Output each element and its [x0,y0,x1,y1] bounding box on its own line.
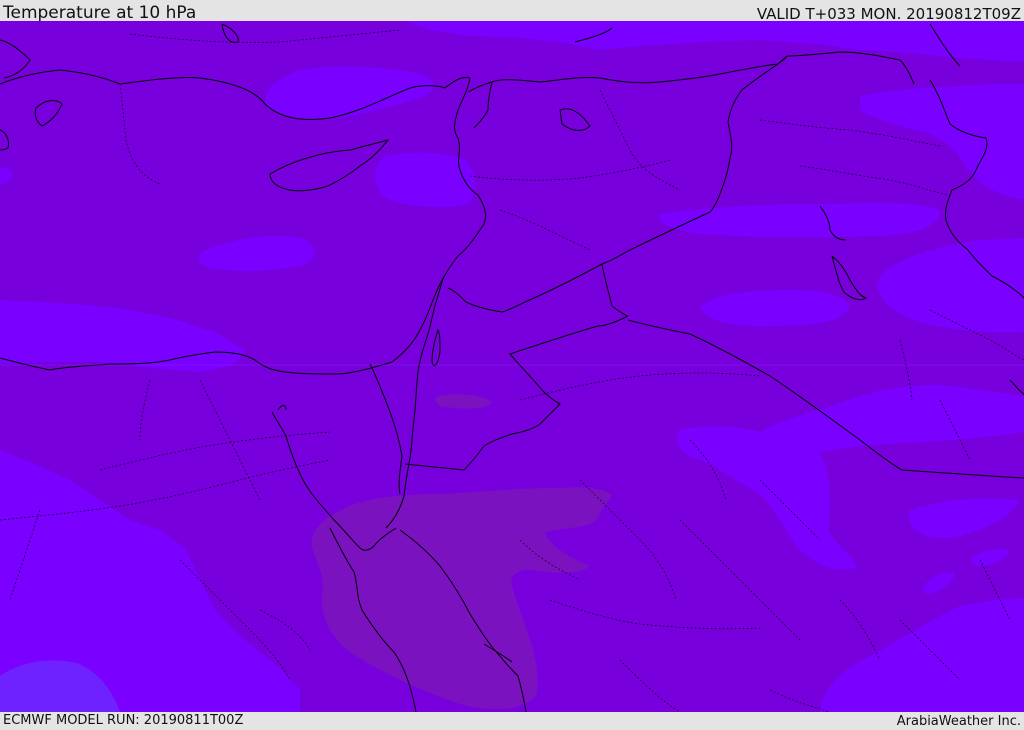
map-title: Temperature at 10 hPa [3,3,197,23]
footer-bar: ECMWF MODEL RUN: 20190811T00Z ArabiaWeat… [0,712,1024,729]
credit-label: ArabiaWeather Inc. [896,714,1021,729]
temperature-map[interactable] [0,21,1024,712]
header-bar: Temperature at 10 hPa VALID T+033 MON. 2… [0,0,1024,23]
model-run-label: ECMWF MODEL RUN: 20190811T00Z [3,713,244,728]
map-canvas [0,21,1024,712]
